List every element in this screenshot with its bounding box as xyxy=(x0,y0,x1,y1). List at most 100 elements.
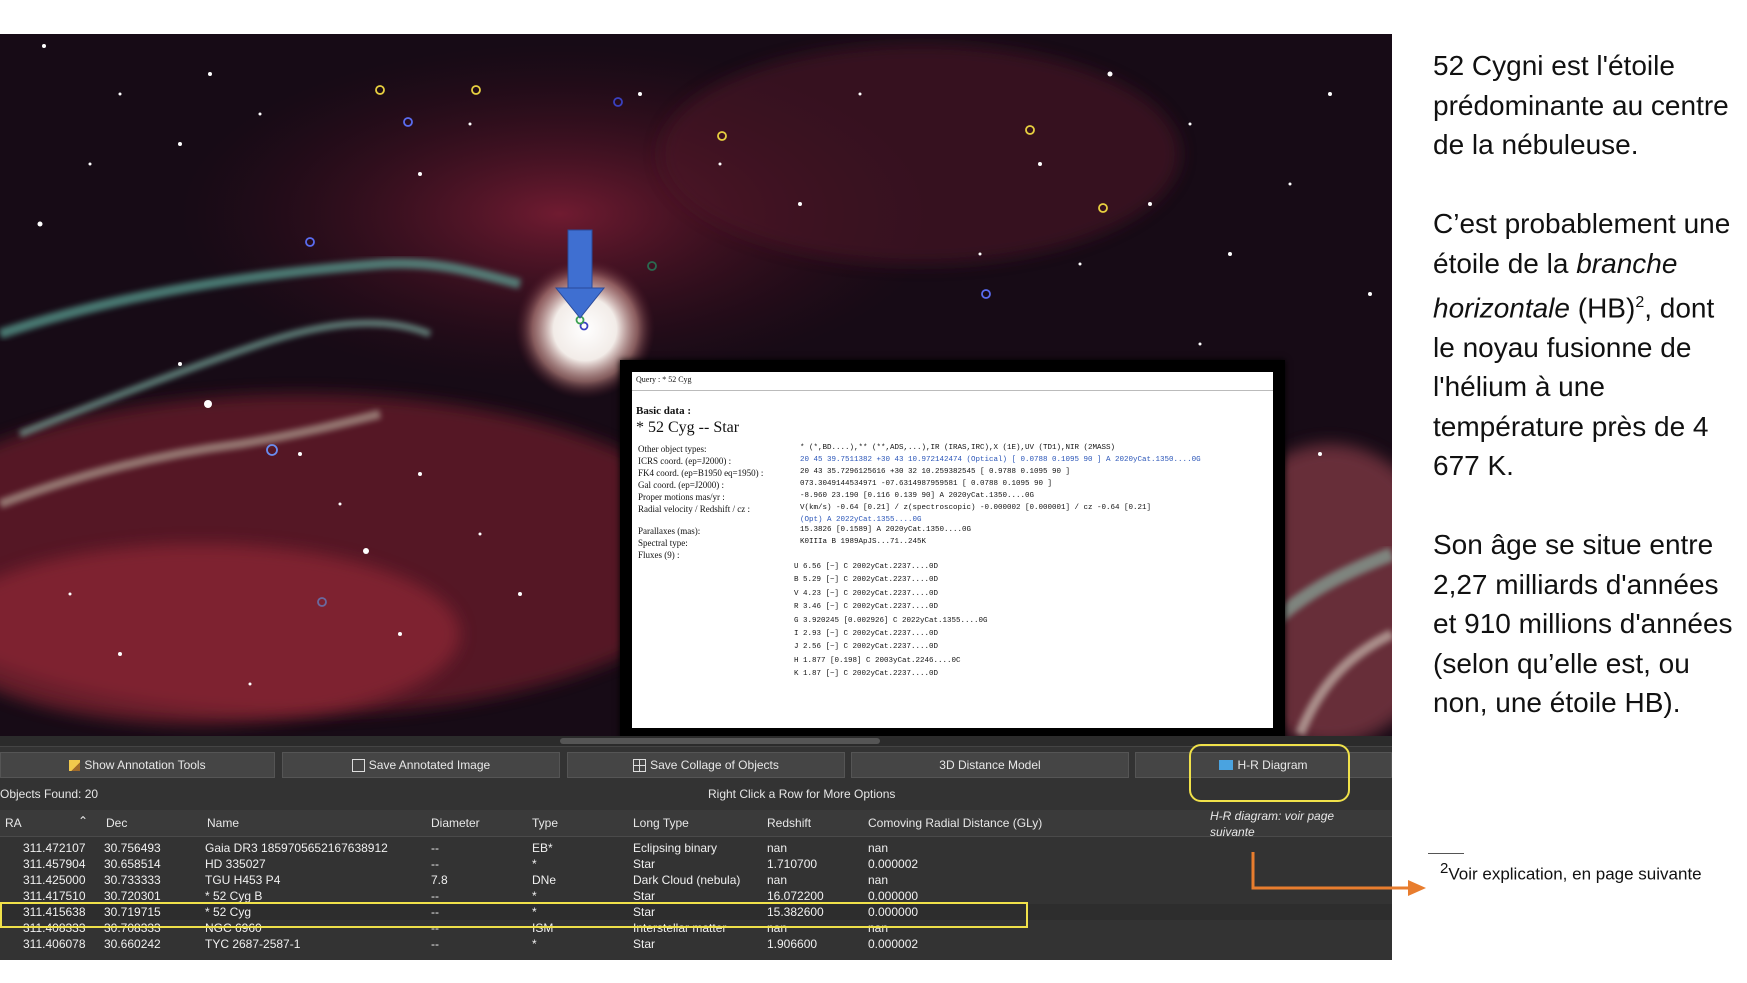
cell-ra: 311.406078 xyxy=(23,937,86,951)
cell-type: EB* xyxy=(532,841,553,855)
basic-row: Radial velocity / Redshift / cz : V(km/s)… xyxy=(636,503,1203,515)
column-redshift[interactable]: Redshift xyxy=(767,816,811,830)
cell-long-type: Star xyxy=(633,937,656,951)
cell-redshift: 16.072200 xyxy=(767,889,824,903)
column-comoving-distance[interactable]: Comoving Radial Distance (GLy) xyxy=(868,816,1042,830)
cell-ra: 311.417510 xyxy=(23,889,86,903)
basic-value[interactable]: 20 45 39.7511382 +30 43 10.972142474 (Op… xyxy=(798,455,1203,467)
show-annotation-tools-button[interactable]: Show Annotation Tools xyxy=(0,752,275,778)
flux-item[interactable]: B 5.29 [~] C 2002yCat.2237....0D xyxy=(794,574,1273,587)
cell-type: * xyxy=(532,857,537,871)
cell-dec: 30.733333 xyxy=(104,873,161,887)
flux-item[interactable]: R 3.46 [~] C 2002yCat.2237....0D xyxy=(794,601,1273,614)
basic-row: Other object types: * (*,BD....),** (**,A… xyxy=(636,443,1203,455)
flux-item[interactable]: U 6.56 [~] C 2002yCat.2237....0D xyxy=(794,561,1273,574)
column-ra[interactable]: RA xyxy=(5,816,22,830)
3d-distance-model-button[interactable]: 3D Distance Model xyxy=(851,752,1129,778)
cell-redshift: nan xyxy=(767,841,788,855)
branch-text-2: (HB) xyxy=(1569,292,1636,324)
cell-diameter: 7.8 xyxy=(431,873,448,887)
cell-redshift: 1.710700 xyxy=(767,857,818,871)
footnote-text: Voir explication, en page suivante xyxy=(1448,864,1702,884)
red-nebula-top xyxy=(660,44,1180,264)
basic-data-heading: Basic data : xyxy=(636,405,691,417)
column-long-type[interactable]: Long Type xyxy=(633,816,689,830)
basic-value[interactable]: (Opt) A 2022yCat.1355....0G xyxy=(798,515,1203,525)
flux-item[interactable]: G 3.920245 [0.002926] C 2022yCat.1355...… xyxy=(794,615,1273,628)
cell-long-type: Star xyxy=(633,889,656,903)
cell-name: HD 335027 xyxy=(205,857,266,871)
cell-name: TYC 2687-2587-1 xyxy=(205,937,301,951)
horizontal-scrollbar[interactable] xyxy=(0,736,1392,747)
footnote-divider xyxy=(1428,853,1464,854)
simbad-page: Query : * 52 Cyg Basic data : * 52 Cyg -… xyxy=(632,372,1273,728)
basic-row: Spectral type: K0IIIa B 1989ApJS...71..24… xyxy=(636,537,1203,549)
grid-icon xyxy=(633,758,647,772)
column-name[interactable]: Name xyxy=(207,816,239,830)
table-header: RA ⌃ Dec Name Diameter Type Long Type Re… xyxy=(0,810,1392,837)
selected-row-highlight xyxy=(0,902,1028,928)
cell-distance: nan xyxy=(868,873,889,887)
basic-key: Fluxes (9) : xyxy=(638,550,680,560)
cell-redshift: 1.906600 xyxy=(767,937,818,951)
basic-value xyxy=(798,549,1203,561)
button-label: Save Annotated Image xyxy=(368,758,491,772)
cell-long-type: Eclipsing binary xyxy=(633,841,718,855)
basic-row: ICRS coord. (ep=J2000) : 20 45 39.7511382… xyxy=(636,455,1203,467)
cell-dec: 30.660242 xyxy=(104,937,161,951)
basic-key: Spectral type: xyxy=(638,538,688,548)
column-dec[interactable]: Dec xyxy=(106,816,127,830)
flux-item[interactable]: K 1.87 [~] C 2002yCat.2237....0D xyxy=(794,668,1273,681)
scrollbar-thumb[interactable] xyxy=(560,738,880,744)
hr-diagram-note: H-R diagram: voir page suivante xyxy=(1210,809,1335,839)
flux-item[interactable]: J 2.56 [~] C 2002yCat.2237....0D xyxy=(794,641,1273,654)
basic-key: Radial velocity / Redshift / cz : xyxy=(638,504,750,514)
basic-value: K0IIIa B 1989ApJS...71..245K xyxy=(800,538,927,546)
cell-type: DNe xyxy=(532,873,557,887)
cell-dec: 30.756493 xyxy=(104,841,161,855)
cell-dec: 30.658514 xyxy=(104,857,161,871)
basic-key xyxy=(636,515,798,525)
basic-key: FK4 coord. (ep=B1950 eq=1950) : xyxy=(638,468,764,478)
explanation-text: 52 Cygni est l'étoile prédominante au ce… xyxy=(1433,46,1733,723)
cell-distance: 0.000000 xyxy=(868,889,919,903)
objects-found-count: Objects Found: 20 xyxy=(0,787,99,801)
table-row[interactable]: 311.406078 30.660242 TYC 2687-2587-1 -- … xyxy=(0,936,1392,952)
flux-item[interactable]: V 4.23 [~] C 2002yCat.2237....0D xyxy=(794,588,1273,601)
object-title: * 52 Cyg -- Star xyxy=(636,419,740,436)
cell-redshift: nan xyxy=(767,873,788,887)
cell-diameter: -- xyxy=(431,937,439,951)
basic-row: (Opt) A 2022yCat.1355....0G xyxy=(636,515,1203,525)
pencil-icon xyxy=(69,759,81,771)
simbad-popup: Query : * 52 Cyg Basic data : * 52 Cyg -… xyxy=(620,360,1285,740)
basic-row: Fluxes (9) : xyxy=(636,549,1203,561)
cell-ra: 311.425000 xyxy=(23,873,86,887)
cell-diameter: -- xyxy=(431,841,439,855)
table-row[interactable]: 311.472107 30.756493 Gaia DR3 1859705652… xyxy=(0,840,1392,856)
basic-value: * (*,BD....),** (**,ADS,...),IR (IRAS,IR… xyxy=(800,444,1116,452)
cell-long-type: Star xyxy=(633,857,656,871)
sort-ascending-icon[interactable]: ⌃ xyxy=(78,814,88,828)
basic-key: Proper motions mas/yr : xyxy=(638,492,725,502)
save-annotated-image-button[interactable]: Save Annotated Image xyxy=(282,752,560,778)
basic-row: Proper motions mas/yr : -8.960 23.190 [0.… xyxy=(636,491,1203,503)
basic-row: FK4 coord. (ep=B1950 eq=1950) : 20 43 35.… xyxy=(636,467,1203,479)
flux-item[interactable]: H 1.877 [0.198] C 2003yCat.2246....0C xyxy=(794,655,1273,668)
simbad-query: Query : * 52 Cyg xyxy=(632,372,1273,391)
basic-key: Parallaxes (mas): xyxy=(638,526,701,536)
cell-ra: 311.457904 xyxy=(23,857,86,871)
cell-ra: 311.472107 xyxy=(23,841,86,855)
footnote-ref: 2 xyxy=(1635,294,1645,311)
save-collage-button[interactable]: Save Collage of Objects xyxy=(567,752,845,778)
paragraph-age: Son âge se situe entre 2,27 milliards d'… xyxy=(1433,529,1733,719)
table-row[interactable]: 311.425000 30.733333 TGU H453 P4 7.8 DNe… xyxy=(0,872,1392,888)
column-diameter[interactable]: Diameter xyxy=(431,816,480,830)
column-type[interactable]: Type xyxy=(532,816,558,830)
flux-item[interactable]: I 2.93 [~] C 2002yCat.2237....0D xyxy=(794,628,1273,641)
table-row[interactable]: 311.457904 30.658514 HD 335027 -- * Star… xyxy=(0,856,1392,872)
right-click-hint: Right Click a Row for More Options xyxy=(708,787,896,801)
basic-data-table: Other object types: * (*,BD....),** (**,A… xyxy=(636,443,1203,561)
cell-name: * 52 Cyg B xyxy=(205,889,263,903)
basic-key: ICRS coord. (ep=J2000) : xyxy=(638,456,732,466)
cell-diameter: -- xyxy=(431,889,439,903)
